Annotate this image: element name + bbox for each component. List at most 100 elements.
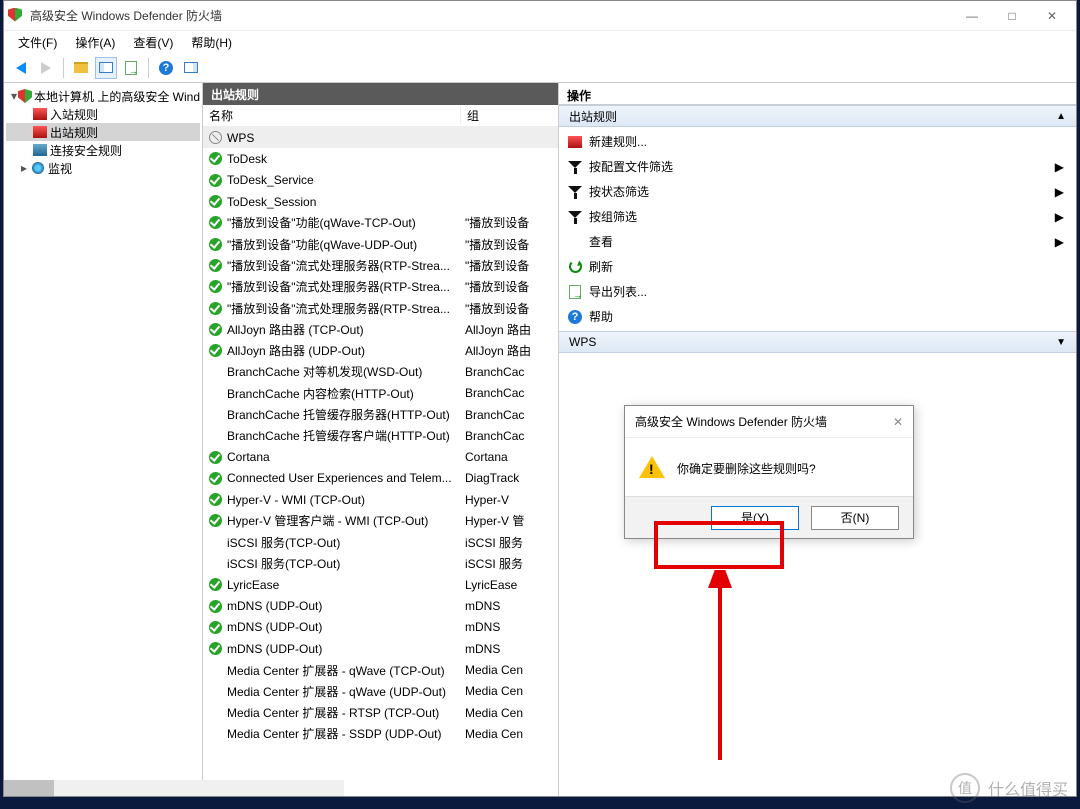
- export-icon[interactable]: [120, 57, 142, 79]
- rule-name: Media Center 扩展器 - RTSP (TCP-Out): [227, 704, 461, 721]
- menu-help[interactable]: 帮助(H): [183, 32, 240, 53]
- tree-outbound-label: 出站规则: [50, 124, 98, 141]
- rule-row[interactable]: LyricEaseLyricEase: [203, 574, 558, 595]
- rule-group: Media Cen: [461, 684, 558, 698]
- submenu-arrow-icon: ▶: [1055, 210, 1064, 224]
- rule-row[interactable]: mDNS (UDP-Out)mDNS: [203, 617, 558, 638]
- rule-row[interactable]: Media Center 扩展器 - qWave (UDP-Out)Media …: [203, 681, 558, 702]
- tree-consec-label: 连接安全规则: [50, 142, 122, 159]
- expand-icon[interactable]: ▾: [10, 89, 18, 103]
- rule-row[interactable]: Hyper-V - WMI (TCP-Out)Hyper-V: [203, 489, 558, 510]
- action-filter-profile[interactable]: 按配置文件筛选 ▶: [559, 154, 1076, 179]
- rule-row[interactable]: "播放到设备"功能(qWave-UDP-Out)"播放到设备: [203, 233, 558, 254]
- expand-icon[interactable]: ▼: [1056, 337, 1066, 348]
- tree-consec[interactable]: 连接安全规则: [6, 141, 200, 159]
- forward-button[interactable]: [35, 57, 57, 79]
- rule-row[interactable]: Media Center 扩展器 - SSDP (UDP-Out)Media C…: [203, 723, 558, 744]
- close-button[interactable]: ✕: [1032, 2, 1072, 30]
- rule-row[interactable]: "播放到设备"流式处理服务器(RTP-Strea..."播放到设备: [203, 255, 558, 276]
- panes-icon[interactable]: [95, 57, 117, 79]
- menubar: 文件(F) 操作(A) 查看(V) 帮助(H): [4, 31, 1076, 53]
- watermark: 值 什么值得买: [950, 773, 1068, 803]
- empty-icon: [207, 364, 223, 380]
- rule-name: iSCSI 服务(TCP-Out): [227, 555, 461, 572]
- col-group[interactable]: 组: [461, 107, 558, 124]
- rule-row[interactable]: Media Center 扩展器 - qWave (TCP-Out)Media …: [203, 659, 558, 680]
- action-label: 查看: [589, 233, 613, 250]
- action-view[interactable]: 查看 ▶: [559, 229, 1076, 254]
- rule-row[interactable]: ToDesk: [203, 148, 558, 169]
- rule-name: "播放到设备"功能(qWave-UDP-Out): [227, 236, 461, 253]
- col-name[interactable]: 名称: [203, 107, 461, 124]
- rule-row[interactable]: iSCSI 服务(TCP-Out)iSCSI 服务: [203, 553, 558, 574]
- rule-row[interactable]: Connected User Experiences and Telem...D…: [203, 468, 558, 489]
- allow-icon: [207, 513, 223, 529]
- section-outbound[interactable]: 出站规则 ▲: [559, 105, 1076, 127]
- rule-row[interactable]: BranchCache 内容检索(HTTP-Out)BranchCac: [203, 383, 558, 404]
- rule-group: Media Cen: [461, 706, 558, 720]
- collapse-icon[interactable]: ▲: [1056, 111, 1066, 122]
- action-help[interactable]: ? 帮助: [559, 304, 1076, 329]
- empty-icon: [207, 534, 223, 550]
- menu-view[interactable]: 查看(V): [125, 32, 181, 53]
- action-new-rule[interactable]: 新建规则...: [559, 129, 1076, 154]
- rule-row[interactable]: mDNS (UDP-Out)mDNS: [203, 596, 558, 617]
- confirm-dialog: 高级安全 Windows Defender 防火墙 ✕ 你确定要删除这些规则吗?…: [624, 405, 914, 539]
- rule-name: LyricEase: [227, 578, 461, 592]
- rule-row[interactable]: AllJoyn 路由器 (UDP-Out)AllJoyn 路由: [203, 340, 558, 361]
- tree-monitor[interactable]: ▸ 监视: [6, 159, 200, 177]
- action-filter-group[interactable]: 按组筛选 ▶: [559, 204, 1076, 229]
- action-label: 按配置文件筛选: [589, 158, 673, 175]
- back-button[interactable]: [10, 57, 32, 79]
- minimize-button[interactable]: —: [952, 2, 992, 30]
- section-selected-rule[interactable]: WPS ▼: [559, 331, 1076, 353]
- rule-row[interactable]: AllJoyn 路由器 (TCP-Out)AllJoyn 路由: [203, 319, 558, 340]
- rule-row[interactable]: ToDesk_Service: [203, 170, 558, 191]
- panes2-icon[interactable]: [180, 57, 202, 79]
- rule-group: mDNS: [461, 642, 558, 656]
- rules-list[interactable]: WPSToDeskToDesk_ServiceToDesk_Session"播放…: [203, 127, 558, 796]
- tree-root[interactable]: ▾ 本地计算机 上的高级安全 Wind: [6, 87, 200, 105]
- window-title: 高级安全 Windows Defender 防火墙: [30, 7, 952, 24]
- rule-row[interactable]: BranchCache 对等机发现(WSD-Out)BranchCac: [203, 361, 558, 382]
- action-export[interactable]: 导出列表...: [559, 279, 1076, 304]
- tree-inbound[interactable]: 入站规则: [6, 105, 200, 123]
- rule-name: AllJoyn 路由器 (TCP-Out): [227, 321, 461, 338]
- menu-file[interactable]: 文件(F): [10, 32, 65, 53]
- rule-row[interactable]: mDNS (UDP-Out)mDNS: [203, 638, 558, 659]
- rule-row[interactable]: "播放到设备"功能(qWave-TCP-Out)"播放到设备: [203, 212, 558, 233]
- rule-row[interactable]: BranchCache 托管缓存客户端(HTTP-Out)BranchCac: [203, 425, 558, 446]
- rule-row[interactable]: CortanaCortana: [203, 446, 558, 467]
- rule-name: "播放到设备"流式处理服务器(RTP-Strea...: [227, 300, 461, 317]
- actions-header: 操作: [559, 83, 1076, 105]
- tree-inbound-label: 入站规则: [50, 106, 98, 123]
- action-filter-state[interactable]: 按状态筛选 ▶: [559, 179, 1076, 204]
- allow-icon: [207, 449, 223, 465]
- rule-row[interactable]: ToDesk_Session: [203, 191, 558, 212]
- folder-up-icon[interactable]: [70, 57, 92, 79]
- rule-row[interactable]: Media Center 扩展器 - RTSP (TCP-Out)Media C…: [203, 702, 558, 723]
- rule-row[interactable]: "播放到设备"流式处理服务器(RTP-Strea..."播放到设备: [203, 297, 558, 318]
- rule-name: ToDesk: [227, 152, 461, 166]
- rule-row[interactable]: iSCSI 服务(TCP-Out)iSCSI 服务: [203, 532, 558, 553]
- action-refresh[interactable]: 刷新: [559, 254, 1076, 279]
- rules-panel: 出站规则 名称 组 WPSToDeskToDesk_ServiceToDesk_…: [203, 83, 559, 796]
- maximize-button[interactable]: □: [992, 2, 1032, 30]
- empty-icon: [207, 683, 223, 699]
- allow-icon: [207, 257, 223, 273]
- dialog-close-button[interactable]: ✕: [893, 415, 903, 429]
- tree-outbound[interactable]: 出站规则: [6, 123, 200, 141]
- expand-icon[interactable]: ▸: [18, 161, 30, 175]
- rule-row[interactable]: WPS: [203, 127, 558, 148]
- rule-name: mDNS (UDP-Out): [227, 620, 461, 634]
- menu-action[interactable]: 操作(A): [67, 32, 123, 53]
- rule-name: Media Center 扩展器 - SSDP (UDP-Out): [227, 725, 461, 742]
- rule-row[interactable]: BranchCache 托管缓存服务器(HTTP-Out)BranchCac: [203, 404, 558, 425]
- rule-row[interactable]: "播放到设备"流式处理服务器(RTP-Strea..."播放到设备: [203, 276, 558, 297]
- help-icon[interactable]: ?: [155, 57, 177, 79]
- filter-icon: [567, 159, 583, 175]
- no-button[interactable]: 否(N): [811, 506, 899, 530]
- allow-icon: [207, 215, 223, 231]
- rule-row[interactable]: Hyper-V 管理客户端 - WMI (TCP-Out)Hyper-V 管: [203, 510, 558, 531]
- allow-icon: [207, 470, 223, 486]
